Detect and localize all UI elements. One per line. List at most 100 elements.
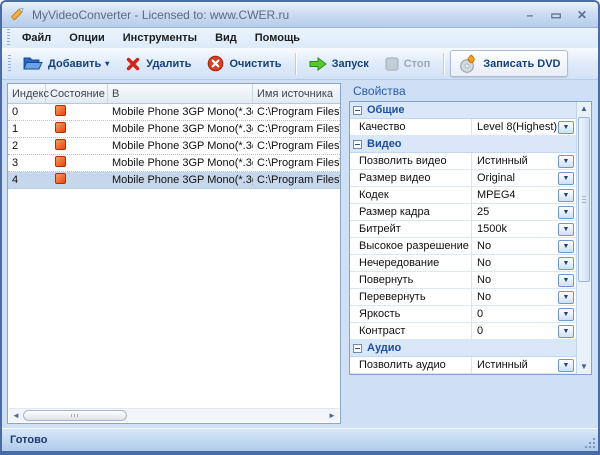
window-controls: – ▭ ✕: [522, 8, 590, 22]
dropdown-icon[interactable]: ▼: [558, 154, 574, 168]
group-row-audio[interactable]: Аудио: [350, 340, 576, 357]
stop-button[interactable]: Стоп: [378, 54, 438, 74]
status-icon: [46, 139, 108, 153]
delete-cross-icon: [125, 56, 141, 72]
burn-dvd-button-label: Записать DVD: [483, 57, 561, 70]
minimize-icon[interactable]: –: [522, 8, 538, 22]
property-value[interactable]: Original: [472, 172, 558, 184]
collapse-icon[interactable]: [353, 105, 362, 115]
property-value[interactable]: Истинный: [472, 359, 558, 371]
property-label: Контраст: [350, 323, 472, 339]
property-row: Повернуть No ▼: [350, 272, 576, 289]
burn-dvd-button[interactable]: Записать DVD: [450, 50, 569, 77]
file-list-panel: Индекс Состояние В Имя источника 0 Mobil…: [7, 83, 341, 424]
delete-button[interactable]: Удалить: [118, 53, 198, 75]
property-label: Битрейт: [350, 221, 472, 237]
dropdown-icon[interactable]: ▼: [558, 188, 574, 202]
dropdown-icon[interactable]: ▼: [558, 120, 574, 134]
property-value[interactable]: Истинный: [472, 155, 558, 167]
property-value[interactable]: No: [472, 240, 558, 252]
dropdown-icon[interactable]: ▼: [558, 256, 574, 270]
close-icon[interactable]: ✕: [574, 8, 590, 22]
scroll-down-icon[interactable]: ▼: [577, 360, 591, 374]
menu-file[interactable]: Файл: [13, 30, 60, 46]
property-row: Позволить аудио Истинный ▼: [350, 357, 576, 374]
dropdown-icon[interactable]: ▼: [558, 171, 574, 185]
collapse-icon[interactable]: [353, 343, 362, 353]
scroll-left-icon[interactable]: ◄: [9, 409, 23, 423]
dropdown-icon[interactable]: ▼: [558, 205, 574, 219]
start-button[interactable]: Запуск: [302, 54, 376, 74]
property-value[interactable]: Level 8(Highest): [472, 121, 558, 133]
cell-source: C:\Program Files\: [257, 157, 340, 169]
cell-source: C:\Program Files\: [257, 106, 340, 118]
column-header-index[interactable]: Индекс: [8, 84, 49, 103]
menubar-gripper[interactable]: [7, 29, 10, 47]
menu-help[interactable]: Помощь: [246, 30, 309, 46]
property-row: Битрейт 1500k ▼: [350, 221, 576, 238]
stop-square-icon: [385, 57, 399, 71]
properties-title: Свойства: [353, 84, 406, 98]
toolbar-separator: [294, 52, 296, 75]
collapse-icon[interactable]: [353, 139, 362, 149]
cell-format: Mobile Phone 3GP Mono(*.3gp): [112, 140, 253, 152]
clear-button[interactable]: Очистить: [200, 52, 288, 75]
group-name: Аудио: [367, 342, 402, 354]
property-value[interactable]: 25: [472, 206, 558, 218]
property-value[interactable]: 1500k: [472, 223, 558, 235]
vertical-scrollbar[interactable]: ▲ ▼: [576, 102, 591, 374]
menu-view[interactable]: Вид: [206, 30, 246, 46]
property-value[interactable]: MPEG4: [472, 189, 558, 201]
menu-tools[interactable]: Инструменты: [114, 30, 206, 46]
clear-circle-icon: [207, 55, 224, 72]
panel-splitter[interactable]: [341, 80, 349, 428]
group-row-general[interactable]: Общие: [350, 102, 576, 119]
start-arrow-icon: [309, 56, 327, 71]
properties-panel: Свойства Общие Качество Level 8(Highest)…: [349, 83, 592, 424]
property-value[interactable]: No: [472, 274, 558, 286]
resize-grip-icon[interactable]: [583, 436, 595, 448]
menu-options[interactable]: Опции: [60, 30, 114, 46]
table-row[interactable]: 1 Mobile Phone 3GP Mono(*.3gp) C:\Progra…: [8, 121, 340, 138]
dropdown-icon[interactable]: ▼: [558, 273, 574, 287]
start-button-label: Запуск: [331, 57, 369, 70]
property-row: Качество Level 8(Highest) ▼: [350, 119, 576, 136]
app-icon: [10, 5, 26, 24]
title-bar: MyVideoConverter - Licensed to: www.CWER…: [2, 2, 598, 28]
table-row[interactable]: 0 Mobile Phone 3GP Mono(*.3gp) C:\Progra…: [8, 104, 340, 121]
cell-source: C:\Program Files\: [257, 123, 340, 135]
table-row[interactable]: 3 Mobile Phone 3GP Mono(*.3gp) C:\Progra…: [8, 155, 340, 172]
dropdown-icon[interactable]: ▼: [558, 239, 574, 253]
cell-index: 1: [12, 123, 19, 135]
dropdown-icon[interactable]: ▼: [558, 358, 574, 372]
toolbar-gripper[interactable]: [8, 54, 11, 73]
property-value[interactable]: 0: [472, 325, 558, 337]
vertical-scrollbar-thumb[interactable]: [578, 117, 590, 282]
horizontal-scrollbar[interactable]: ◄ ►: [9, 408, 339, 422]
delete-button-label: Удалить: [146, 57, 192, 70]
add-button[interactable]: Добавить ▾: [16, 53, 116, 75]
status-icon: [46, 105, 108, 119]
property-value[interactable]: No: [472, 257, 558, 269]
dropdown-icon[interactable]: ▼: [558, 307, 574, 321]
column-header-state[interactable]: Состояние: [46, 84, 108, 103]
toolbar-separator: [443, 52, 445, 75]
table-row[interactable]: 2 Mobile Phone 3GP Mono(*.3gp) C:\Progra…: [8, 138, 340, 155]
property-value[interactable]: No: [472, 291, 558, 303]
stop-button-label: Стоп: [403, 57, 431, 70]
column-header-source[interactable]: Имя источника: [253, 84, 340, 103]
property-value[interactable]: 0: [472, 308, 558, 320]
dropdown-icon[interactable]: ▼: [558, 324, 574, 338]
cell-index: 3: [12, 157, 19, 169]
horizontal-scrollbar-thumb[interactable]: [23, 410, 127, 421]
clear-button-label: Очистить: [229, 57, 282, 70]
dropdown-icon[interactable]: ▼: [558, 290, 574, 304]
cell-format: Mobile Phone 3GP Mono(*.3gp): [112, 123, 253, 135]
table-row-selected[interactable]: 4 Mobile Phone 3GP Mono(*.3gp) C:\Progra…: [8, 172, 340, 189]
column-header-to[interactable]: В: [108, 84, 253, 103]
maximize-icon[interactable]: ▭: [548, 8, 564, 22]
scroll-right-icon[interactable]: ►: [325, 409, 339, 423]
scroll-up-icon[interactable]: ▲: [577, 102, 591, 116]
group-row-video[interactable]: Видео: [350, 136, 576, 153]
dropdown-icon[interactable]: ▼: [558, 222, 574, 236]
